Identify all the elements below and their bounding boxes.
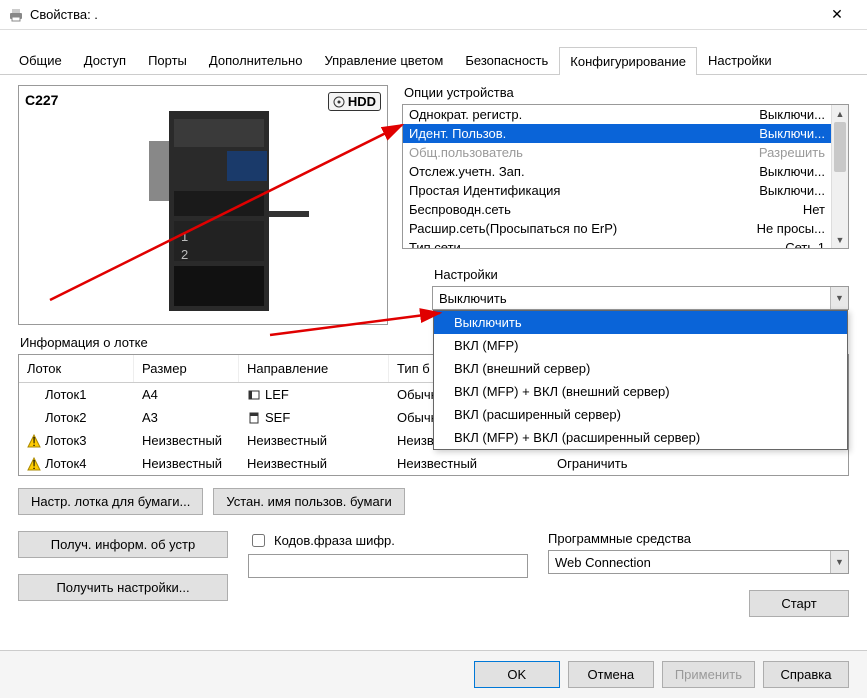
tray-row[interactable]: !Лоток4 Неизвестный Неизвестный Неизвест… <box>19 452 848 475</box>
settings-dropdown[interactable]: Выключить ВКЛ (MFP) ВКЛ (внешний сервер)… <box>433 310 848 450</box>
device-options-list[interactable]: Однократ. регистр.Выключи... Идент. Поль… <box>402 104 849 249</box>
dropdown-item[interactable]: Выключить <box>434 311 847 334</box>
encrypt-passphrase-field[interactable] <box>248 554 528 578</box>
start-button[interactable]: Старт <box>749 590 849 617</box>
encrypt-passphrase-label: Кодов.фраза шифр. <box>274 533 395 548</box>
tab-colormgmt[interactable]: Управление цветом <box>313 46 454 74</box>
printer-image: 1 2 <box>149 111 309 311</box>
device-options-label: Опции устройства <box>404 85 849 100</box>
software-tools-combo[interactable]: Web Connection ▼ <box>548 550 849 574</box>
set-user-paper-button[interactable]: Устан. имя пользов. бумаги <box>213 488 404 515</box>
device-option-row[interactable]: Тип сетиСеть 1 <box>403 238 831 248</box>
tab-configuration[interactable]: Конфигурирование <box>559 47 697 75</box>
dropdown-item[interactable]: ВКЛ (расширенный сервер) <box>434 403 847 426</box>
software-tools-label: Программные средства <box>548 531 849 546</box>
encrypt-passphrase-checkbox[interactable] <box>252 534 265 547</box>
svg-text:1: 1 <box>181 229 188 244</box>
dropdown-item[interactable]: ВКЛ (MFP) + ВКЛ (внешний сервер) <box>434 380 847 403</box>
svg-text:!: ! <box>32 457 36 471</box>
tab-bar: Общие Доступ Порты Дополнительно Управле… <box>0 42 867 75</box>
close-button[interactable]: ✕ <box>815 0 859 30</box>
device-option-row[interactable]: Однократ. регистр.Выключи... <box>403 105 831 124</box>
device-option-row[interactable]: Общ.пользовательРазрешить <box>403 143 831 162</box>
tab-security[interactable]: Безопасность <box>454 46 559 74</box>
warning-icon: ! <box>27 457 41 471</box>
scroll-up-icon[interactable]: ▲ <box>832 105 848 122</box>
dialog-buttons: OK Отмена Применить Справка <box>0 650 867 698</box>
tab-settings[interactable]: Настройки <box>697 46 783 74</box>
settings-combo-value: Выключить <box>439 291 507 306</box>
svg-text:!: ! <box>32 434 36 448</box>
tab-ports[interactable]: Порты <box>137 46 198 74</box>
help-button[interactable]: Справка <box>763 661 849 688</box>
printer-preview: C227 HDD 1 2 <box>18 85 388 325</box>
tab-general[interactable]: Общие <box>8 46 73 74</box>
col-tray[interactable]: Лоток <box>19 355 134 382</box>
scroll-down-icon[interactable]: ▼ <box>832 231 848 248</box>
device-option-row[interactable]: Простая ИдентификацияВыключи... <box>403 181 831 200</box>
device-option-row[interactable]: Беспроводн.сетьНет <box>403 200 831 219</box>
sef-icon <box>247 411 261 425</box>
apply-button[interactable]: Применить <box>662 661 755 688</box>
scrollbar[interactable]: ▲ ▼ <box>831 105 848 248</box>
tray-settings-button[interactable]: Настр. лотка для бумаги... <box>18 488 203 515</box>
dropdown-item[interactable]: ВКЛ (MFP) <box>434 334 847 357</box>
dropdown-item[interactable]: ВКЛ (внешний сервер) <box>434 357 847 380</box>
tab-advanced[interactable]: Дополнительно <box>198 46 314 74</box>
hdd-badge: HDD <box>328 92 381 111</box>
printer-icon <box>8 7 24 23</box>
col-direction[interactable]: Направление <box>239 355 389 382</box>
svg-text:2: 2 <box>181 247 188 262</box>
window-title: Свойства: . <box>30 7 815 22</box>
chevron-down-icon: ▼ <box>830 287 848 309</box>
printer-model: C227 <box>25 92 58 108</box>
settings-combo-label: Настройки <box>434 267 849 282</box>
warning-icon: ! <box>27 434 41 448</box>
device-option-row[interactable]: Отслеж.учетн. Зап.Выключи... <box>403 162 831 181</box>
lef-icon <box>247 388 261 402</box>
ok-button[interactable]: OK <box>474 661 560 688</box>
col-size[interactable]: Размер <box>134 355 239 382</box>
get-settings-button[interactable]: Получить настройки... <box>18 574 228 601</box>
settings-combo[interactable]: Выключить ▼ Выключить ВКЛ (MFP) ВКЛ (вне… <box>432 286 849 310</box>
dropdown-item[interactable]: ВКЛ (MFP) + ВКЛ (расширенный сервер) <box>434 426 847 449</box>
cancel-button[interactable]: Отмена <box>568 661 654 688</box>
get-device-info-button[interactable]: Получ. информ. об устр <box>18 531 228 558</box>
tab-sharing[interactable]: Доступ <box>73 46 137 74</box>
chevron-down-icon: ▼ <box>830 551 848 573</box>
scroll-thumb[interactable] <box>834 122 846 172</box>
device-option-row[interactable]: Расшир.сеть(Просыпаться по ErP)Не просы.… <box>403 219 831 238</box>
device-option-row[interactable]: Идент. Пользов.Выключи... <box>403 124 831 143</box>
